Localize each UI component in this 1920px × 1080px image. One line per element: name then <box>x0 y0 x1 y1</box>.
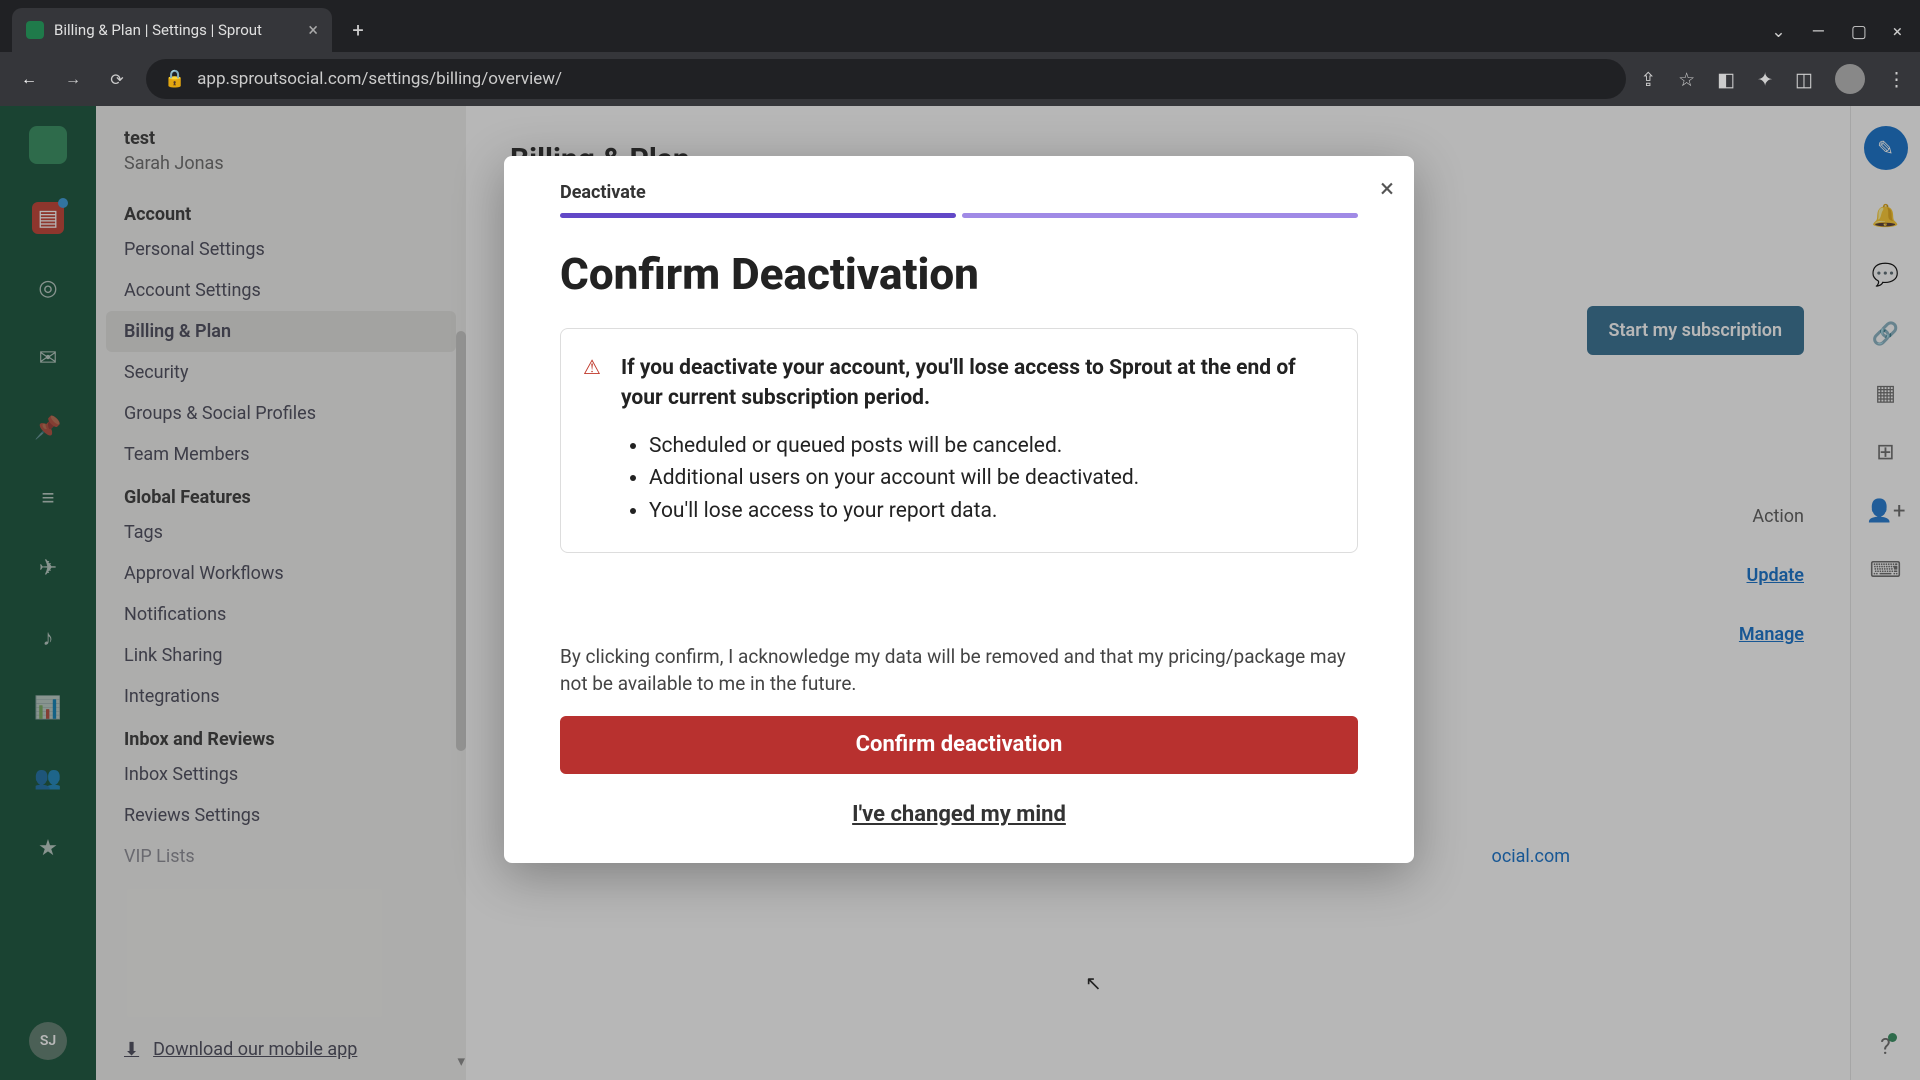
lock-icon: 🔒 <box>164 69 185 89</box>
address-bar[interactable]: 🔒 app.sproutsocial.com/settings/billing/… <box>146 59 1626 99</box>
progress-bar <box>560 213 1358 218</box>
url-text: app.sproutsocial.com/settings/billing/ov… <box>197 69 562 89</box>
warning-bullet: Additional users on your account will be… <box>649 462 1327 495</box>
browser-toolbar: ← → ⟳ 🔒 app.sproutsocial.com/settings/bi… <box>0 52 1920 106</box>
modal-title: Confirm Deactivation <box>560 248 1358 300</box>
close-tab-icon[interactable]: × <box>308 20 318 41</box>
progress-step-2 <box>962 213 1358 218</box>
warning-bullet: You'll lose access to your report data. <box>649 495 1327 528</box>
sprout-favicon <box>26 21 44 39</box>
acknowledge-text: By clicking confirm, I acknowledge my da… <box>560 643 1358 698</box>
browser-menu-icon[interactable]: ⋮ <box>1887 68 1906 91</box>
tab-title: Billing & Plan | Settings | Sprout <box>54 21 262 39</box>
modal-step-label: Deactivate <box>560 182 1358 203</box>
browser-tab-strip: Billing & Plan | Settings | Sprout × + ⌄… <box>0 0 1920 52</box>
forward-button[interactable]: → <box>58 64 88 94</box>
warning-bullet: Scheduled or queued posts will be cancel… <box>649 430 1327 463</box>
browser-tab[interactable]: Billing & Plan | Settings | Sprout × <box>12 8 332 52</box>
warning-text: If you deactivate your account, you'll l… <box>621 353 1327 414</box>
changed-mind-link[interactable]: I've changed my mind <box>560 802 1358 827</box>
extension-icon[interactable]: ◧ <box>1717 68 1735 91</box>
back-button[interactable]: ← <box>14 64 44 94</box>
minimize-icon[interactable]: — <box>1812 22 1825 42</box>
new-tab-button[interactable]: + <box>340 12 376 48</box>
window-controls: ⌄ — ▢ × <box>1771 22 1920 42</box>
confirm-deactivation-button[interactable]: Confirm deactivation <box>560 716 1358 774</box>
share-icon[interactable]: ⇪ <box>1640 68 1656 91</box>
profile-avatar-icon[interactable] <box>1835 64 1865 94</box>
extensions-menu-icon[interactable]: ✦ <box>1757 68 1773 91</box>
deactivate-modal: × Deactivate Confirm Deactivation ⚠ If y… <box>504 156 1414 863</box>
close-modal-icon[interactable]: × <box>1380 174 1394 204</box>
close-window-icon[interactable]: × <box>1893 22 1902 42</box>
bookmark-icon[interactable]: ☆ <box>1678 68 1695 91</box>
alert-icon: ⚠ <box>583 355 605 377</box>
reload-button[interactable]: ⟳ <box>102 64 132 94</box>
maximize-icon[interactable]: ▢ <box>1851 22 1867 42</box>
sidepanel-icon[interactable]: ◫ <box>1795 68 1813 91</box>
warning-box: ⚠ If you deactivate your account, you'll… <box>560 328 1358 553</box>
progress-step-1 <box>560 213 956 218</box>
tab-search-icon[interactable]: ⌄ <box>1771 22 1785 42</box>
